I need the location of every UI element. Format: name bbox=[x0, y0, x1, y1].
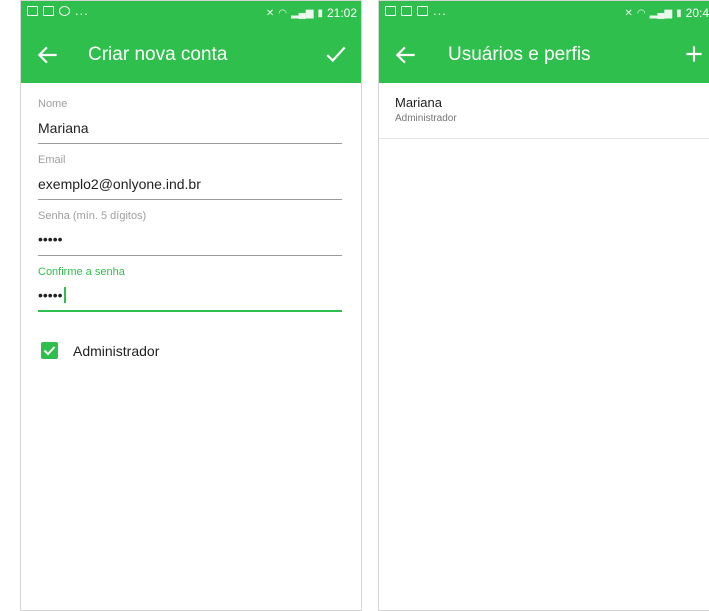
status-time: 20:4 bbox=[685, 6, 709, 20]
email-label: Email bbox=[38, 154, 66, 166]
arrow-left-icon[interactable] bbox=[393, 42, 419, 68]
whatsapp-icon bbox=[59, 6, 70, 16]
user-list-item[interactable]: Mariana Administrador bbox=[379, 83, 709, 139]
user-role: Administrador bbox=[395, 113, 457, 124]
check-icon[interactable] bbox=[323, 41, 349, 67]
mute-icon: ✕ bbox=[624, 7, 633, 19]
app-bar: Usuários e perfis bbox=[379, 27, 709, 83]
image-icon bbox=[385, 6, 396, 16]
page-title: Usuários e perfis bbox=[448, 44, 591, 65]
wifi-icon: ◠ bbox=[278, 7, 287, 19]
status-bar: ... ✕ ◠ ▂▄▆ ▮ 21:02 bbox=[21, 1, 361, 27]
password-underline bbox=[38, 255, 342, 256]
password-field[interactable]: ••••• bbox=[38, 231, 63, 247]
confirm-password-underline bbox=[38, 310, 342, 312]
arrow-left-icon[interactable] bbox=[35, 42, 61, 68]
facebook-icon bbox=[43, 6, 54, 16]
confirm-password-label: Confirme a senha bbox=[38, 266, 125, 278]
name-underline bbox=[38, 143, 342, 144]
confirm-password-value: ••••• bbox=[38, 287, 63, 303]
email-underline bbox=[38, 199, 342, 200]
signal-icon: ▂▄▆ bbox=[290, 7, 314, 19]
name-field[interactable]: Mariana bbox=[38, 120, 89, 136]
password-label: Senha (mín. 5 dígitos) bbox=[38, 210, 147, 222]
text-caret bbox=[63, 287, 66, 303]
page-title: Criar nova conta bbox=[88, 44, 228, 65]
wifi-icon: ◠ bbox=[636, 7, 646, 19]
user-name: Mariana bbox=[395, 95, 442, 110]
admin-checkbox-label[interactable]: Administrador bbox=[73, 343, 159, 359]
email-field[interactable]: exemplo2@onlyone.ind.br bbox=[38, 176, 201, 192]
battery-icon: ▮ bbox=[676, 7, 682, 19]
image-icon bbox=[27, 6, 38, 16]
mute-icon: ✕ bbox=[265, 7, 275, 19]
create-account-screen: ... ✕ ◠ ▂▄▆ ▮ 21:02 Criar nova conta Nom… bbox=[20, 0, 362, 611]
status-time: 21:02 bbox=[326, 6, 357, 20]
users-profiles-screen: ... ✕ ◠ ▂▄▆ ▮ 20:4 Usuários e perfis Mar… bbox=[378, 0, 709, 611]
signal-icon: ▂▄▆ bbox=[649, 7, 673, 19]
name-label: Nome bbox=[38, 98, 68, 110]
facebook-icon bbox=[401, 6, 412, 16]
notification-overflow: ... bbox=[75, 3, 89, 18]
instagram-icon bbox=[417, 6, 428, 16]
admin-checkbox[interactable] bbox=[41, 342, 58, 359]
confirm-password-field[interactable]: ••••• bbox=[38, 287, 66, 303]
app-bar: Criar nova conta bbox=[21, 27, 361, 83]
plus-icon[interactable] bbox=[681, 41, 707, 67]
notification-overflow: ... bbox=[433, 3, 447, 18]
battery-icon: ▮ bbox=[317, 7, 323, 19]
status-bar: ... ✕ ◠ ▂▄▆ ▮ 20:4 bbox=[379, 1, 709, 27]
